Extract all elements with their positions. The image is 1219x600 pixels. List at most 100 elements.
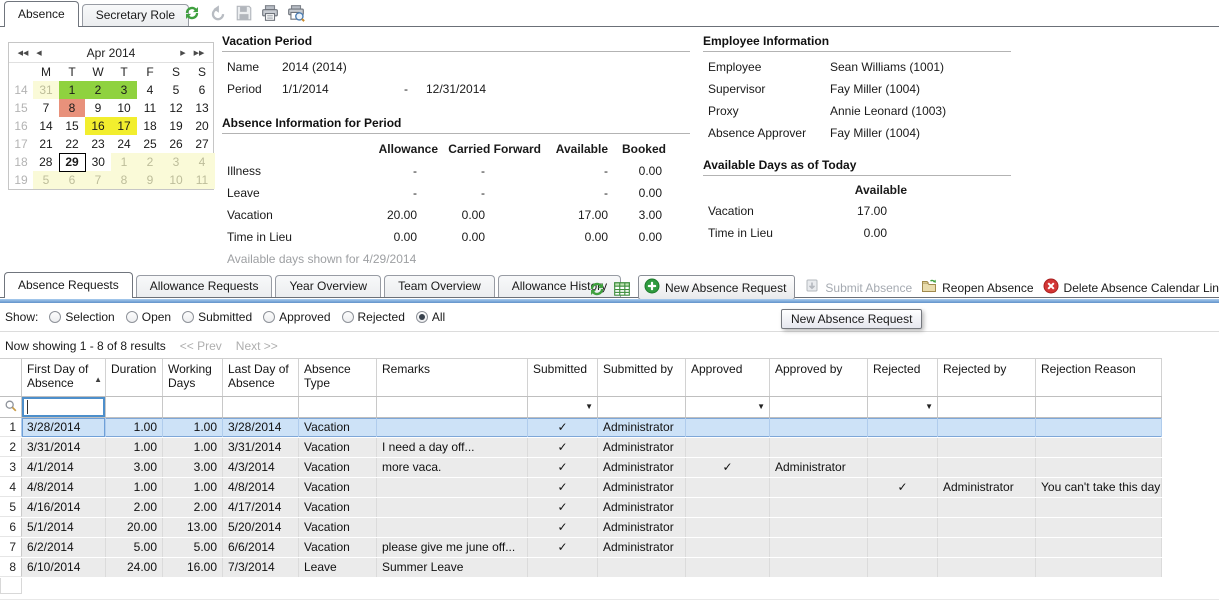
- tab-absence-requests[interactable]: Absence Requests: [4, 272, 133, 298]
- prev-page-link[interactable]: << Prev: [180, 339, 222, 353]
- cell-submitted[interactable]: ✓: [528, 458, 598, 477]
- cell-rejected[interactable]: [868, 558, 938, 577]
- absence-request-row[interactable]: 76/2/20145.005.006/6/2014Vacationplease …: [0, 538, 1162, 558]
- cell-rejection-reason[interactable]: [1036, 538, 1162, 557]
- cell-first-day-of-absence[interactable]: 4/16/2014: [22, 498, 106, 517]
- column-header-first-day-of-absence[interactable]: First Day of Absence▲: [22, 359, 106, 396]
- row-number[interactable]: 8: [0, 558, 22, 577]
- cell-approved[interactable]: [686, 518, 770, 537]
- calendar-day[interactable]: 9: [85, 99, 111, 117]
- cell-duration[interactable]: 5.00: [106, 538, 163, 557]
- column-header-last-day-of-absence[interactable]: Last Day of Absence: [223, 359, 299, 396]
- calendar-day[interactable]: 22: [59, 135, 85, 153]
- calendar-day[interactable]: 21: [33, 135, 59, 153]
- calendar-day[interactable]: 3: [163, 153, 189, 171]
- cell-submitted[interactable]: ✓: [528, 518, 598, 537]
- cell-rejected-by[interactable]: [938, 438, 1036, 457]
- cell-last-day-of-absence[interactable]: 6/6/2014: [223, 538, 299, 557]
- radio-open[interactable]: Open: [126, 310, 171, 324]
- cell-submitted-by[interactable]: Administrator: [598, 538, 686, 557]
- cell-working-days[interactable]: 5.00: [163, 538, 223, 557]
- cell-rejected[interactable]: [868, 518, 938, 537]
- cell-approved-by[interactable]: [770, 518, 868, 537]
- calendar-day[interactable]: 24: [111, 135, 137, 153]
- dropdown-arrow-icon[interactable]: ▼: [925, 402, 933, 411]
- cell-last-day-of-absence[interactable]: 4/3/2014: [223, 458, 299, 477]
- column-header-approved-by[interactable]: Approved by: [770, 359, 868, 396]
- cell-rejection-reason[interactable]: [1036, 418, 1162, 437]
- calendar-day[interactable]: 11: [189, 171, 215, 189]
- cell-rejection-reason[interactable]: You can't take this day!: [1036, 478, 1162, 497]
- radio-button[interactable]: [416, 311, 428, 323]
- column-header-approved[interactable]: Approved: [686, 359, 770, 396]
- absence-request-row[interactable]: 13/28/20141.001.003/28/2014Vacation✓Admi…: [0, 418, 1162, 438]
- filter-input-approved-by[interactable]: [770, 397, 868, 417]
- cell-remarks[interactable]: more vaca.: [377, 458, 528, 477]
- filter-input-rejected-by[interactable]: [938, 397, 1036, 417]
- cell-last-day-of-absence[interactable]: 5/20/2014: [223, 518, 299, 537]
- cell-approved[interactable]: [686, 498, 770, 517]
- cell-approved[interactable]: [686, 558, 770, 577]
- absence-request-row[interactable]: 54/16/20142.002.004/17/2014Vacation✓Admi…: [0, 498, 1162, 518]
- calendar-day[interactable]: 28: [33, 153, 59, 171]
- cell-last-day-of-absence[interactable]: 4/8/2014: [223, 478, 299, 497]
- calendar-day[interactable]: 17: [111, 117, 137, 135]
- cell-rejection-reason[interactable]: [1036, 498, 1162, 517]
- cell-absence-type[interactable]: Vacation: [299, 438, 377, 457]
- cell-approved[interactable]: ✓: [686, 458, 770, 477]
- cell-first-day-of-absence[interactable]: 6/2/2014: [22, 538, 106, 557]
- cell-first-day-of-absence[interactable]: 4/8/2014: [22, 478, 106, 497]
- cell-rejection-reason[interactable]: [1036, 558, 1162, 577]
- filter-input-absence-type[interactable]: [299, 397, 377, 417]
- cell-submitted[interactable]: [528, 558, 598, 577]
- cell-first-day-of-absence[interactable]: 3/28/2014: [22, 418, 106, 437]
- row-number[interactable]: 5: [0, 498, 22, 517]
- cell-last-day-of-absence[interactable]: 3/28/2014: [223, 418, 299, 437]
- calendar-first-month-icon[interactable]: ◀◀: [15, 49, 31, 57]
- dropdown-arrow-icon[interactable]: ▼: [757, 402, 765, 411]
- tab-absence[interactable]: Absence: [4, 1, 79, 27]
- cell-working-days[interactable]: 3.00: [163, 458, 223, 477]
- cell-duration[interactable]: 1.00: [106, 418, 163, 437]
- radio-selection[interactable]: Selection: [49, 310, 114, 324]
- cell-working-days[interactable]: 1.00: [163, 478, 223, 497]
- cell-submitted[interactable]: ✓: [528, 418, 598, 437]
- cell-rejected-by[interactable]: [938, 518, 1036, 537]
- calendar-day[interactable]: 12: [163, 99, 189, 117]
- calendar-day[interactable]: 18: [137, 117, 163, 135]
- calendar-day[interactable]: 6: [189, 81, 215, 99]
- cell-first-day-of-absence[interactable]: 3/31/2014: [22, 438, 106, 457]
- cell-working-days[interactable]: 13.00: [163, 518, 223, 537]
- radio-button[interactable]: [126, 311, 138, 323]
- row-number[interactable]: 7: [0, 538, 22, 557]
- tab-allowance-requests[interactable]: Allowance Requests: [136, 275, 273, 297]
- cell-rejected[interactable]: [868, 438, 938, 457]
- absence-request-row[interactable]: 23/31/20141.001.003/31/2014VacationI nee…: [0, 438, 1162, 458]
- filter-input-duration[interactable]: [106, 397, 163, 417]
- cell-last-day-of-absence[interactable]: 3/31/2014: [223, 438, 299, 457]
- cell-absence-type[interactable]: Vacation: [299, 478, 377, 497]
- calendar-day[interactable]: 4: [137, 81, 163, 99]
- cell-first-day-of-absence[interactable]: 5/1/2014: [22, 518, 106, 537]
- cell-working-days[interactable]: 2.00: [163, 498, 223, 517]
- cell-rejection-reason[interactable]: [1036, 518, 1162, 537]
- row-number[interactable]: 1: [0, 418, 22, 437]
- tab-team-overview[interactable]: Team Overview: [384, 275, 495, 297]
- calendar-day[interactable]: 11: [137, 99, 163, 117]
- dropdown-arrow-icon[interactable]: ▼: [585, 402, 593, 411]
- cell-approved[interactable]: [686, 438, 770, 457]
- calendar-day[interactable]: 16: [85, 117, 111, 135]
- cell-approved-by[interactable]: [770, 538, 868, 557]
- calendar-day[interactable]: 25: [137, 135, 163, 153]
- calendar-day[interactable]: 8: [59, 99, 85, 117]
- delete-absence-calendar-line-button[interactable]: Delete Absence Calendar Line: [1043, 278, 1219, 297]
- cell-rejected-by[interactable]: [938, 458, 1036, 477]
- column-header-absence-type[interactable]: Absence Type: [299, 359, 377, 396]
- cell-submitted[interactable]: ✓: [528, 498, 598, 517]
- cell-remarks[interactable]: [377, 498, 528, 517]
- refresh-icon[interactable]: [183, 4, 201, 22]
- calendar-day[interactable]: 10: [111, 99, 137, 117]
- calendar-day[interactable]: 19: [163, 117, 189, 135]
- calendar-day[interactable]: 15: [59, 117, 85, 135]
- calendar-day[interactable]: 29: [59, 153, 85, 171]
